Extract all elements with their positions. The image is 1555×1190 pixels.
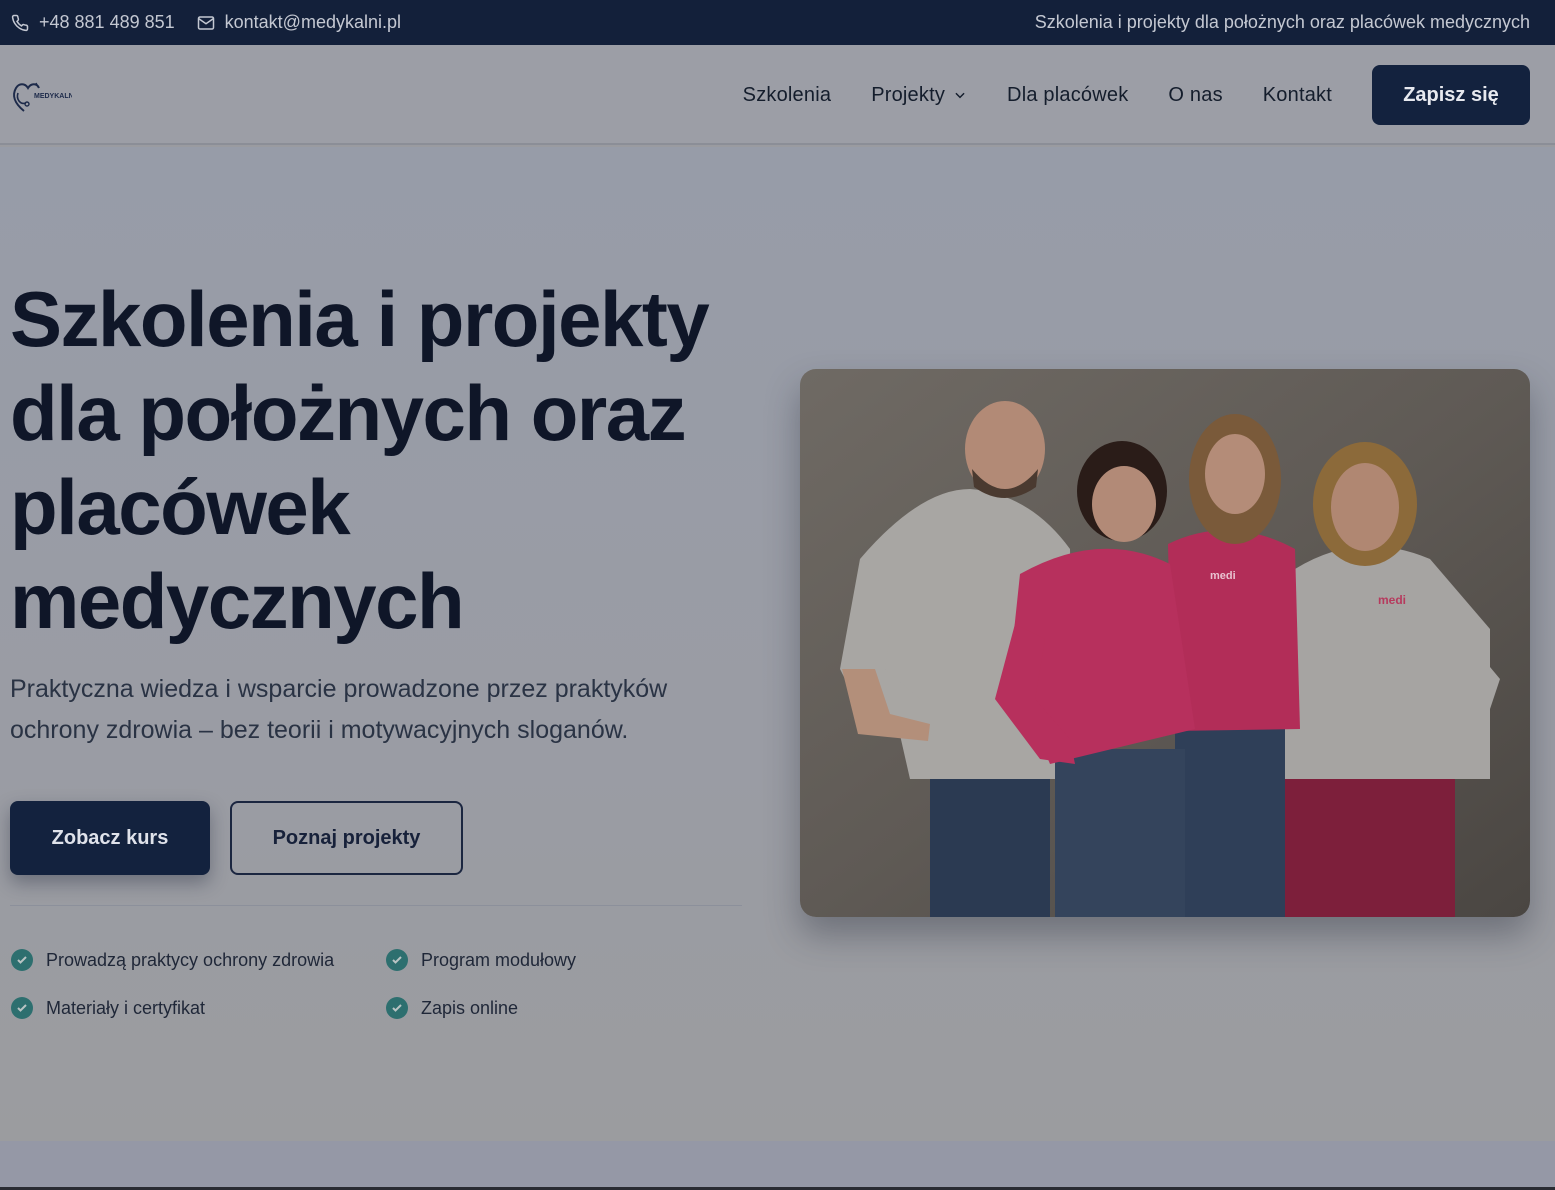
check-circle-icon — [386, 997, 408, 1019]
feature-label: Materiały i certyfikat — [46, 997, 206, 1018]
mail-icon — [197, 15, 214, 30]
top-bar: +48 881 489 851 kontakt@medykalni.pl Szk… — [0, 0, 1555, 45]
email-link[interactable]: kontakt@medykalni.pl — [197, 12, 401, 33]
hero-lead: Praktyczna wiedza i wsparcie prowadzone … — [10, 669, 750, 751]
nav-szkolenia[interactable]: Szkolenia — [743, 84, 832, 107]
feature-label: Zapis online — [421, 997, 519, 1018]
shirt-logo: medi — [1210, 570, 1236, 582]
svg-text:MEDYKALNI: MEDYKALNI — [34, 93, 72, 100]
nav-o-nas[interactable]: O nas — [1168, 84, 1222, 107]
nav-projekty-label: Projekty — [871, 83, 946, 106]
nav-dla-placowek[interactable]: Dla placówek — [1007, 84, 1128, 107]
feature-item: Program modułowy — [386, 949, 576, 971]
site-header: MEDYKALNI Szkolenia Projekty Dla placówe… — [0, 45, 1555, 145]
nav-kontakt[interactable]: Kontakt — [1263, 84, 1332, 107]
hero-title-line: placówek — [10, 463, 351, 551]
team-photo: medi medi — [800, 369, 1530, 917]
check-circle-icon — [11, 949, 33, 971]
feature-label: Prowadzą praktycy ochrony zdrowia — [46, 949, 335, 970]
main-nav: Szkolenia Projekty Dla placówek O nas Ko… — [703, 65, 1530, 125]
topbar-tagline: Szkolenia i projekty dla położnych oraz … — [1034, 12, 1530, 32]
hero-lead-line: Praktyczna wiedza i wsparcie prowadzone … — [10, 675, 668, 703]
see-course-button[interactable]: Zobacz kurs — [10, 801, 210, 875]
hero-lead-line: ochrony zdrowia – bez teorii i motywacyj… — [10, 716, 629, 744]
shirt-logo: medi — [1378, 593, 1406, 607]
check-circle-icon — [386, 949, 408, 971]
phone-icon — [11, 14, 29, 31]
feature-item: Zapis online — [386, 997, 518, 1019]
phone-number: +48 881 489 851 — [39, 12, 175, 32]
signup-button[interactable]: Zapisz się — [1372, 65, 1530, 125]
feature-item: Prowadzą praktycy ochrony zdrowia — [11, 949, 334, 971]
check-circle-icon — [11, 997, 33, 1019]
phone-link[interactable]: +48 881 489 851 — [11, 12, 175, 33]
next-section-edge — [0, 1141, 1555, 1190]
hero-title-line: dla położnych oraz — [10, 369, 687, 457]
logo-heart-stethoscope-icon: MEDYKALNI — [13, 82, 76, 112]
explore-projects-button[interactable]: Poznaj projekty — [230, 801, 463, 875]
hero-divider — [10, 905, 742, 906]
site-logo[interactable]: MEDYKALNI — [10, 77, 76, 115]
hero-title: Szkolenia i projekty dla położnych oraz … — [10, 272, 770, 648]
feature-item: Materiały i certyfikat — [11, 997, 205, 1019]
hero-section: Szkolenia i projekty dla położnych oraz … — [0, 147, 1555, 1141]
email-address: kontakt@medykalni.pl — [224, 12, 401, 32]
feature-label: Program modułowy — [421, 949, 577, 970]
nav-projekty[interactable]: Projekty — [871, 84, 967, 107]
chevron-down-icon — [955, 92, 965, 99]
hero-title-line: Szkolenia i projekty — [10, 275, 710, 363]
hero-title-line: medycznych — [10, 557, 465, 645]
